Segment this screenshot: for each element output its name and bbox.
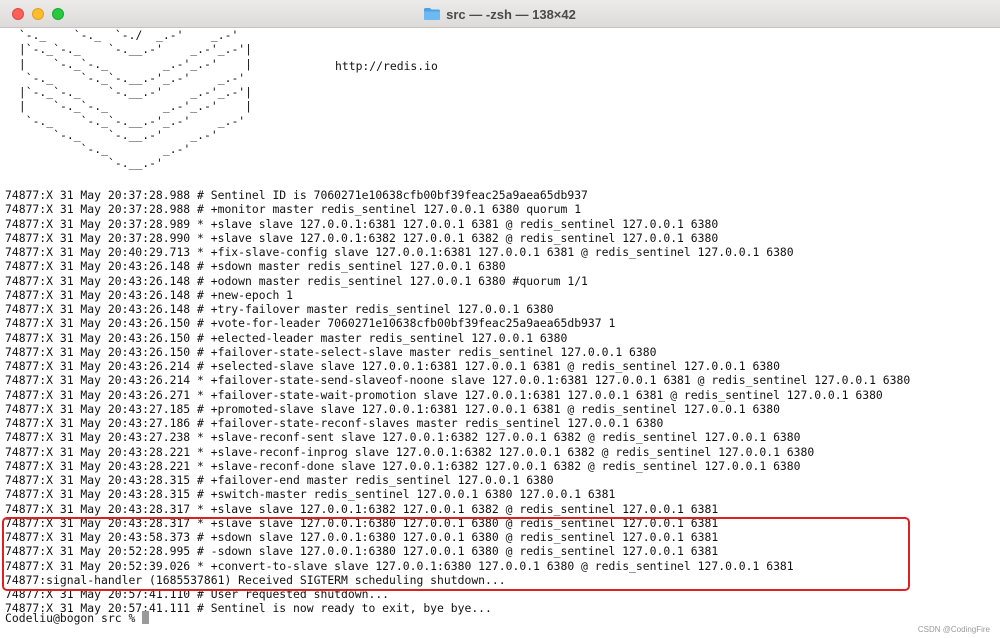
- log-line: 74877:X 31 May 20:43:26.214 # +selected-…: [5, 359, 780, 373]
- log-line: 74877:X 31 May 20:43:58.373 # +sdown sla…: [5, 530, 719, 544]
- logo-line: `-._ _.-': [12, 142, 191, 156]
- log-line: 74877:X 31 May 20:43:26.148 # +try-failo…: [5, 302, 554, 316]
- log-line: 74877:X 31 May 20:43:26.150 # +vote-for-…: [5, 316, 616, 331]
- sentinel-log: 74877:X 31 May 20:37:28.988 # Sentinel I…: [5, 188, 910, 616]
- window-title-wrap: src — -zsh — 138×42: [0, 0, 1000, 28]
- watermark: CSDN @CodingFire: [917, 625, 990, 634]
- logo-line: `-._ `-._`-.__.-'_.-' _.-': [12, 70, 246, 85]
- logo-line: | `-._`-._ _.-'_.-' |: [12, 99, 253, 114]
- log-line: 74877:X 31 May 20:43:26.271 * +failover-…: [5, 387, 883, 402]
- log-line: 74877:X 31 May 20:43:28.317 * +slave sla…: [5, 501, 719, 516]
- log-line: 74877:X 31 May 20:52:39.026 * +convert-t…: [5, 558, 794, 573]
- log-line: 74877:X 31 May 20:43:28.221 * +slave-rec…: [5, 444, 815, 459]
- log-line: 74877:X 31 May 20:43:28.221 * +slave-rec…: [5, 458, 801, 473]
- folder-icon: [424, 8, 441, 20]
- shell-prompt: Codeliu@bogon src %: [5, 611, 143, 625]
- redis-ascii-logo: `-._ `-._ `-./ _.-' _.-' |`-._`-._ `-.__…: [12, 28, 252, 171]
- log-line: 74877:signal-handler (1685537861) Receiv…: [5, 572, 506, 587]
- log-line: 74877:X 31 May 20:43:27.186 # +failover-…: [5, 416, 664, 430]
- window-title: src — -zsh — 138×42: [446, 6, 576, 22]
- terminal-window: src — -zsh — 138×42 `-._ `-._ `-./ _.-' …: [0, 0, 1000, 638]
- logo-line: `-.__.-': [12, 156, 163, 171]
- logo-line: | `-._`-._ _.-'_.-' |: [12, 56, 253, 71]
- title-bar[interactable]: src — -zsh — 138×42: [0, 0, 1000, 28]
- log-line: 74877:X 31 May 20:43:26.150 # +failover-…: [5, 344, 657, 359]
- log-line: 74877:X 31 May 20:43:27.238 * +slave-rec…: [5, 430, 801, 445]
- log-line: 74877:X 31 May 20:43:28.317 * +slave sla…: [5, 515, 719, 530]
- log-line: 74877:X 31 May 20:57:41.110 # User reque…: [5, 587, 390, 601]
- log-line: 74877:X 31 May 20:37:28.988 # Sentinel I…: [5, 188, 588, 202]
- log-line: 74877:X 31 May 20:43:27.185 # +promoted-…: [5, 401, 780, 416]
- terminal-output[interactable]: `-._ `-._ `-./ _.-' _.-' |`-._`-._ `-.__…: [0, 28, 1000, 638]
- log-line: 74877:X 31 May 20:37:28.988 # +monitor m…: [5, 202, 582, 217]
- logo-line: |`-._`-._ `-.__.-' _.-'_.-'|: [12, 42, 253, 57]
- log-line: 74877:X 31 May 20:37:28.989 * +slave sla…: [5, 216, 719, 231]
- log-line: 74877:X 31 May 20:52:28.995 # -sdown sla…: [5, 544, 719, 559]
- text-cursor: [142, 611, 150, 624]
- log-line: 74877:X 31 May 20:37:28.990 * +slave sla…: [5, 230, 719, 245]
- log-line: 74877:X 31 May 20:40:29.713 * +fix-slave…: [5, 245, 794, 259]
- log-line: 74877:X 31 May 20:43:26.148 # +sdown mas…: [5, 259, 506, 274]
- log-line: 74877:X 31 May 20:43:26.150 # +elected-l…: [5, 330, 568, 345]
- logo-line: `-._ `-._`-.__.-'_.-' _.-': [12, 113, 246, 128]
- logo-line: `-._ `-.__.-' _.-': [12, 127, 218, 142]
- log-line: 74877:X 31 May 20:43:28.315 # +failover-…: [5, 473, 554, 487]
- shell-prompt-line[interactable]: Codeliu@bogon src %: [5, 611, 150, 625]
- redis-url: http://redis.io: [335, 59, 438, 73]
- log-line: 74877:X 31 May 20:43:26.148 # +odown mas…: [5, 273, 588, 288]
- logo-line: `-._ `-._ `-./ _.-' _.-': [12, 28, 239, 42]
- logo-line: |`-._`-._ `-.__.-' _.-'_.-'|: [12, 85, 253, 99]
- log-line: 74877:X 31 May 20:43:28.315 # +switch-ma…: [5, 487, 616, 502]
- log-line: 74877:X 31 May 20:43:26.148 # +new-epoch…: [5, 287, 294, 302]
- log-line: 74877:X 31 May 20:43:26.214 * +failover-…: [5, 373, 911, 388]
